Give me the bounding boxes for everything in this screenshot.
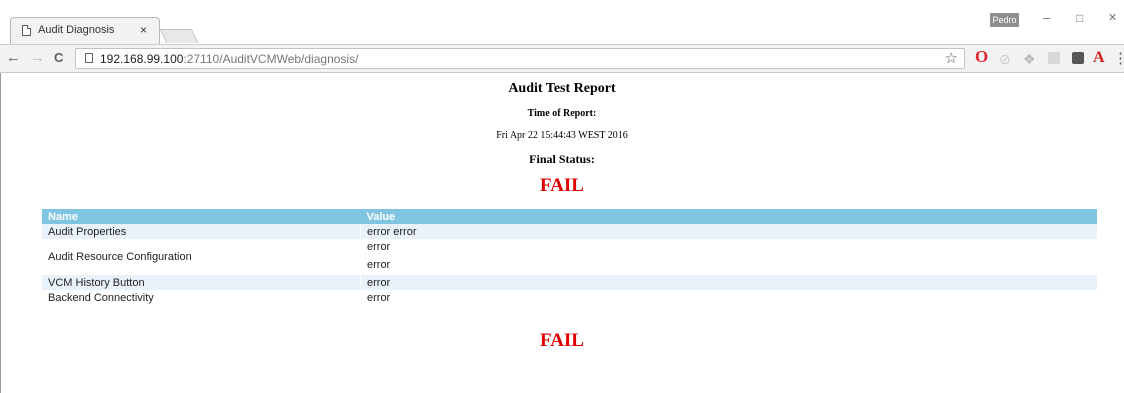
column-header-value: Value (360, 209, 1097, 224)
table-row: Audit Resource Configuration error error (42, 239, 1097, 275)
page-content: Audit Test Report Time of Report: Fri Ap… (0, 73, 1124, 393)
minimize-icon[interactable]: – (1043, 10, 1050, 26)
table-header-row: Name Value (42, 209, 1097, 224)
table-row: VCM History Button error (42, 275, 1097, 290)
reload-icon[interactable]: C (54, 50, 63, 66)
square-extension-icon[interactable] (1072, 52, 1084, 64)
table-row: Audit Properties error error (42, 224, 1097, 239)
row-value-line: error (367, 259, 391, 271)
row-value: error error (360, 239, 1097, 275)
table-row: Backend Connectivity error (42, 290, 1097, 305)
row-name: Audit Properties (42, 224, 361, 239)
bookmark-star-icon[interactable]: ☆ (945, 50, 958, 67)
title-bar: Audit Diagnosis × Pedro – □ ✕ (0, 0, 1124, 44)
link-extension-icon[interactable]: ⊘ (999, 51, 1011, 67)
dropbox-extension-icon[interactable]: ❖ (1023, 51, 1036, 67)
close-window-icon[interactable]: ✕ (1108, 10, 1117, 26)
forward-icon[interactable]: → (30, 50, 45, 66)
row-value: error (360, 290, 1097, 305)
new-tab-button[interactable] (159, 29, 199, 43)
row-value-line: error (367, 241, 391, 253)
final-status-value: FAIL (540, 175, 584, 196)
row-name: Audit Resource Configuration (42, 239, 361, 275)
final-status-label: Final Status: (529, 152, 595, 166)
card-extension-icon[interactable] (1048, 52, 1060, 64)
row-value: error (360, 275, 1097, 290)
report-title: Audit Test Report (508, 81, 616, 96)
row-name: VCM History Button (42, 275, 361, 290)
column-header-name: Name (42, 209, 361, 224)
toolbar: ← → C 192.168.99.100:27110/AuditVCMWeb/d… (0, 44, 1124, 73)
row-value: error error (360, 224, 1097, 239)
acrobat-extension-icon[interactable]: A (1093, 50, 1105, 66)
profile-button[interactable]: Pedro (990, 13, 1019, 27)
time-of-report-label: Time of Report: (527, 108, 597, 119)
row-name: Backend Connectivity (42, 290, 361, 305)
tab-audit-diagnosis[interactable]: Audit Diagnosis × (10, 17, 160, 44)
diagnosis-table: Name Value Audit Properties error error … (42, 209, 1097, 305)
opera-extension-icon[interactable]: O (975, 48, 988, 65)
menu-icon[interactable]: ⋮ (1113, 51, 1124, 67)
document-icon (22, 25, 31, 36)
url-text: 192.168.99.100:27110/AuditVCMWeb/diagnos… (100, 52, 359, 66)
tab-title: Audit Diagnosis (38, 24, 115, 36)
maximize-icon[interactable]: □ (1076, 10, 1083, 26)
address-bar[interactable]: 192.168.99.100:27110/AuditVCMWeb/diagnos… (75, 48, 965, 69)
final-status-footer: FAIL (540, 330, 584, 351)
page-info-icon[interactable] (85, 53, 93, 63)
tab-close-icon[interactable]: × (140, 22, 147, 38)
time-of-report-value: Fri Apr 22 15:44:43 WEST 2016 (496, 130, 628, 141)
back-icon[interactable]: ← (6, 50, 21, 66)
